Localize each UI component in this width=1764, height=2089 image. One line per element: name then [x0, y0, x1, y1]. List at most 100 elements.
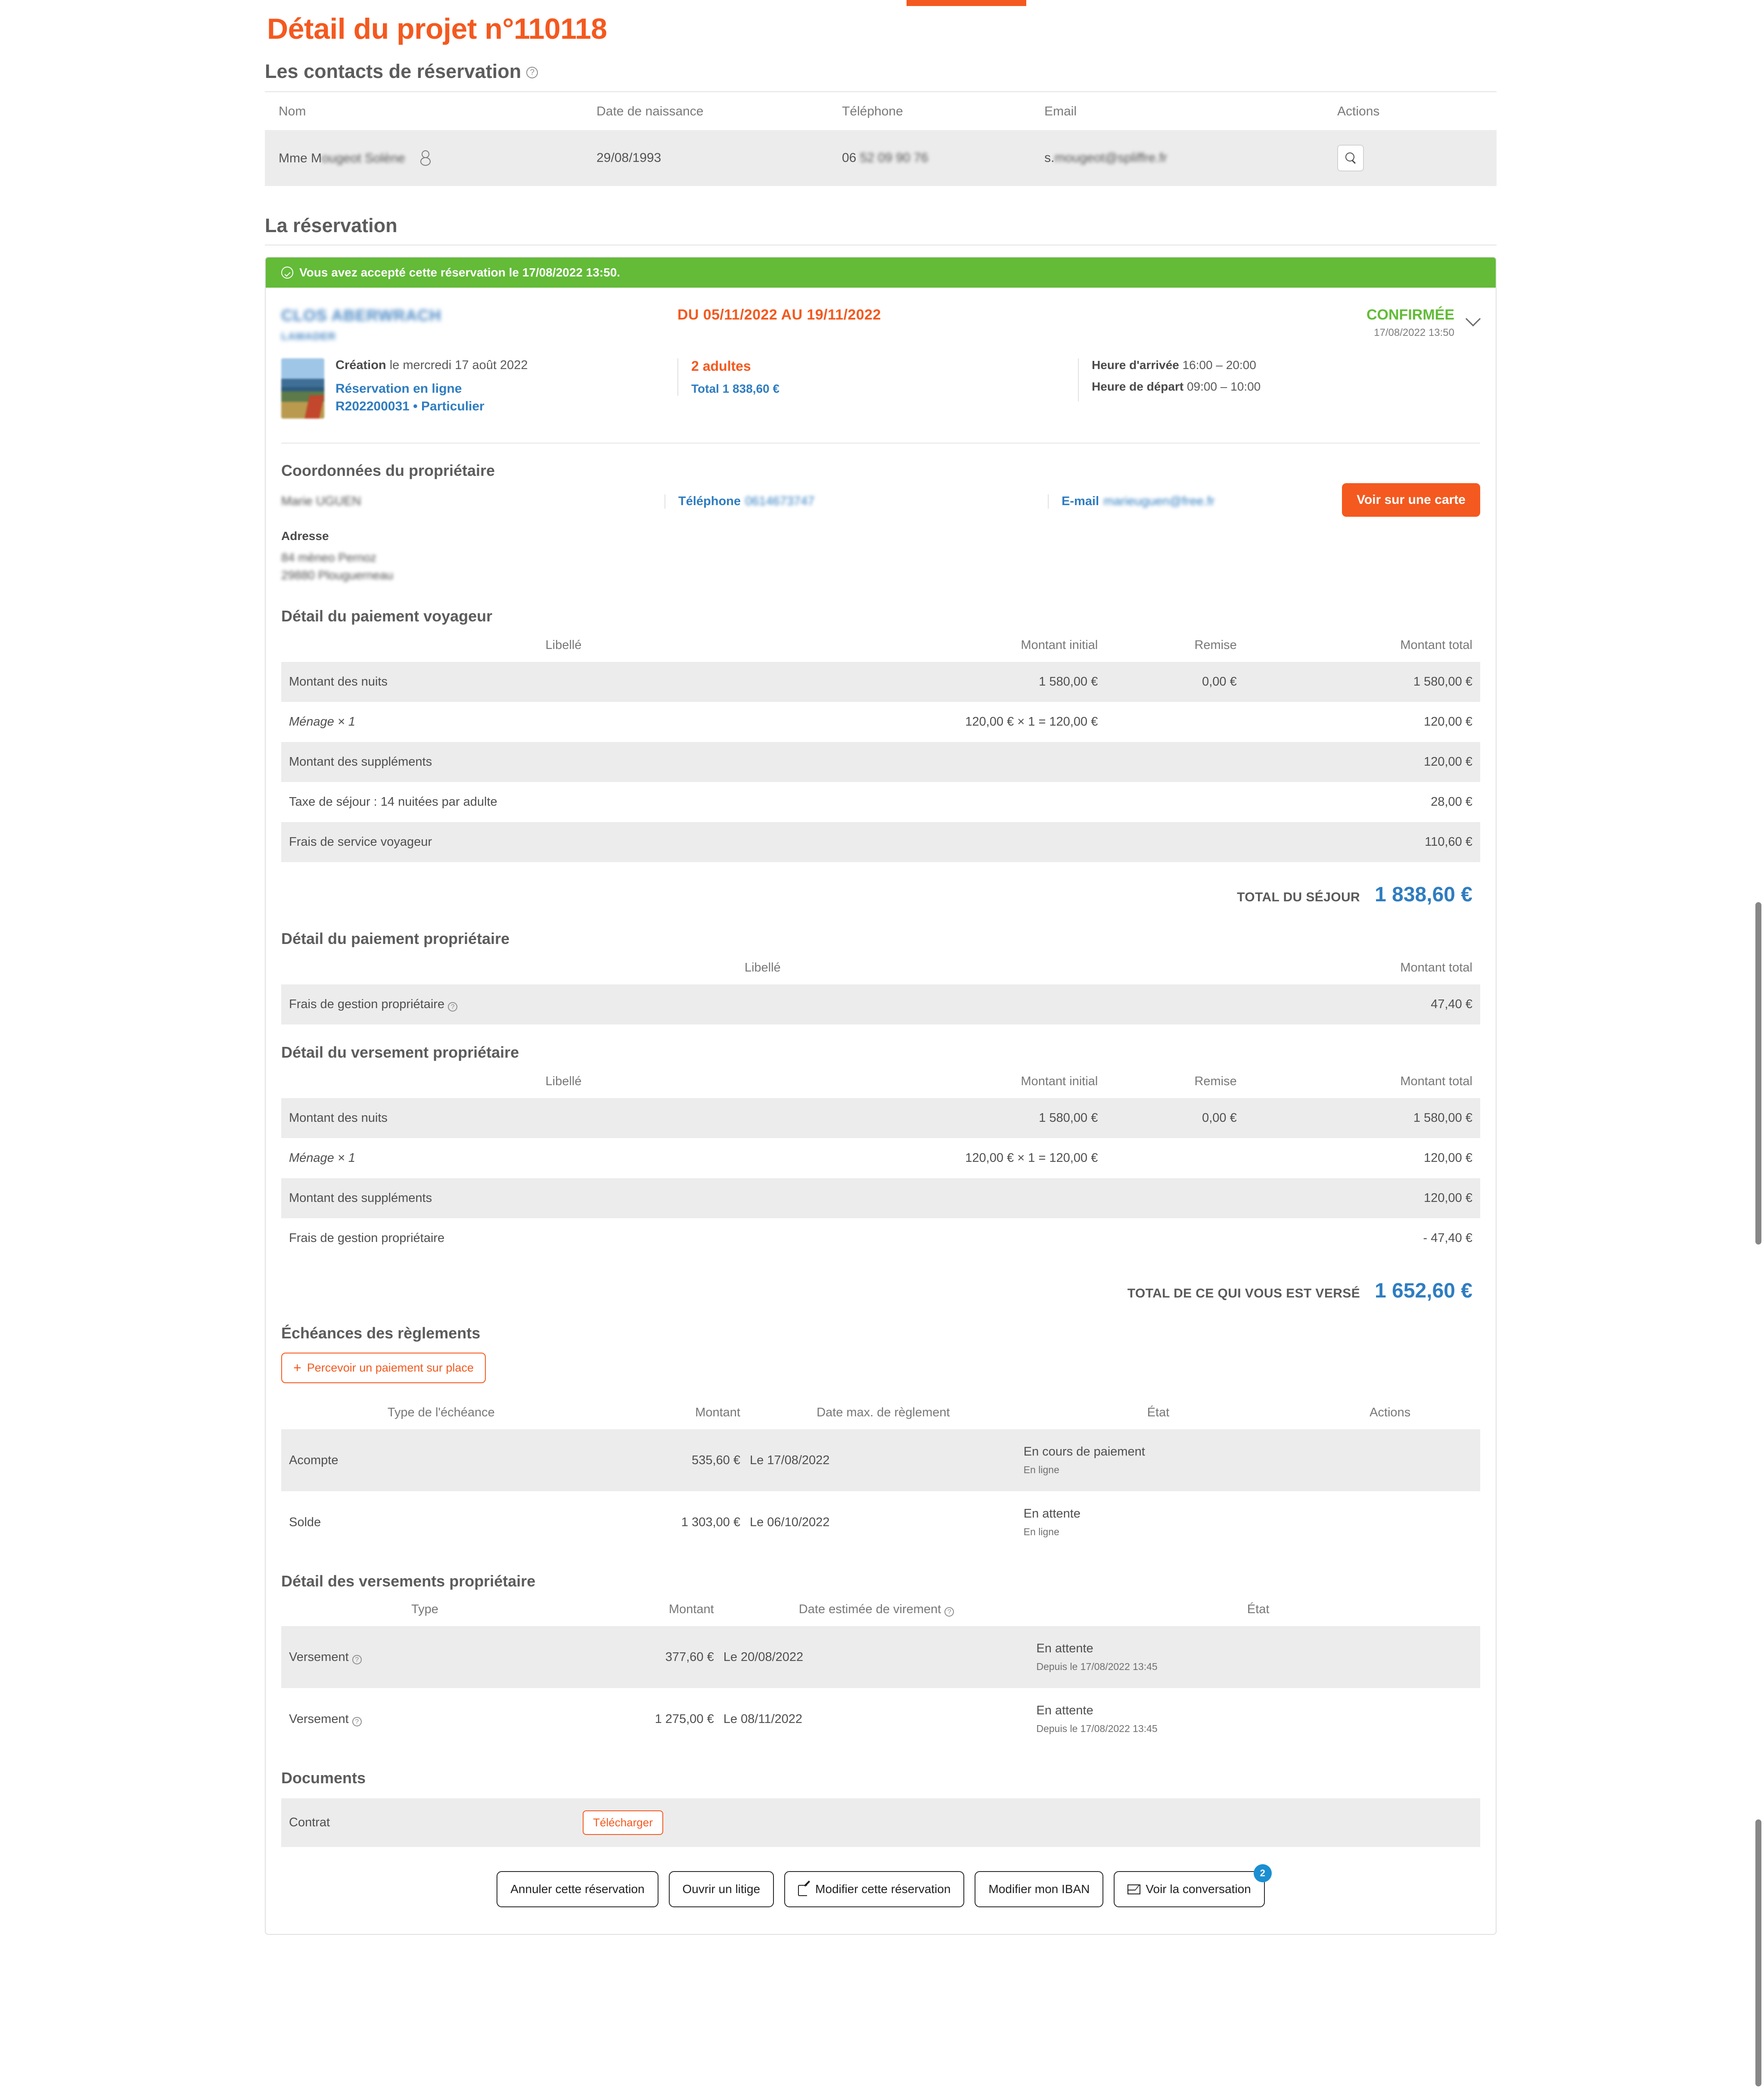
row-total: 120,00 € [1424, 1191, 1472, 1205]
creation-label: Création [335, 358, 386, 372]
row-remise [1098, 782, 1237, 822]
installment-state: En cours de paiement [1023, 1445, 1145, 1459]
row-label: Frais de gestion propriétaire [289, 1231, 445, 1245]
installment-type: Solde [289, 1515, 321, 1529]
table-row: Frais de gestion propriétaire - 47,40 € [281, 1218, 1480, 1258]
cancel-reservation-button[interactable]: Annuler cette réservation [497, 1871, 658, 1908]
contacts-heading-label: Les contacts de réservation [265, 60, 522, 82]
owner-remittance-total-label: TOTAL DE CE QUI VOUS EST VERSÉ [1127, 1286, 1360, 1301]
row-remise [1098, 702, 1237, 742]
property-subtitle: LAMADER [281, 331, 336, 342]
traveler-total-row: TOTAL DU SÉJOUR 1 838,60 € [281, 862, 1480, 913]
reservation-reference-link[interactable]: Réservation en ligne R202200031 • Partic… [335, 380, 528, 415]
reservation-reference: R202200031 • Particulier [335, 399, 484, 413]
search-icon [1345, 152, 1357, 164]
stay-dates-wrap: DU 05/11/2022 AU 19/11/2022 [677, 307, 1078, 323]
reservation-card: Vous avez accepté cette réservation le 1… [265, 257, 1497, 1935]
owner-payment-section: Détail du paiement propriétaire Libellé … [281, 913, 1480, 1025]
help-icon[interactable]: ? [352, 1717, 362, 1726]
contacts-heading: Les contacts de réservation ? [265, 60, 1497, 83]
help-icon[interactable]: ? [352, 1654, 362, 1664]
remittance-type: Versement [289, 1712, 349, 1726]
download-button[interactable]: Télécharger [583, 1810, 663, 1835]
view-conversation-label: Voir la conversation [1146, 1882, 1251, 1896]
help-icon[interactable]: ? [944, 1607, 954, 1617]
col-header-initial: Montant initial [1021, 638, 1098, 652]
reservation-heading: La réservation [265, 214, 1497, 237]
reservation-top-row: CLOS ABERWRACH LAMADER DU 05/11/2022 AU … [281, 288, 1480, 343]
inner-scrollbar-thumb[interactable] [1755, 902, 1761, 1245]
remittances-heading-label: Détail des versements propriétaire [281, 1572, 536, 1590]
traveler-payment-section: Détail du paiement voyageur Libellé Mont… [281, 584, 1480, 913]
guest-count: 2 adultes [691, 358, 751, 374]
status-badge: CONFIRMÉE [1366, 307, 1454, 323]
col-header-montant: Montant [695, 1406, 740, 1420]
help-icon[interactable]: ? [448, 1002, 458, 1012]
contact-search-button[interactable] [1337, 145, 1364, 171]
table-row: Contrat Télécharger [281, 1798, 1480, 1847]
installment-state: En attente [1023, 1507, 1081, 1521]
row-initial: 1 580,00 € [1039, 675, 1098, 689]
row-remise: 0,00 € [1202, 1111, 1237, 1125]
col-header-type: Type [411, 1602, 438, 1617]
owner-payment-table: Libellé Montant total Frais de gestion p… [281, 951, 1480, 1025]
owner-address-line1: 84 mèneo Pernoz [281, 551, 377, 564]
traveler-payment-heading: Détail du paiement voyageur [281, 607, 1480, 625]
installment-state-cell: En cours de paiement En ligne [1017, 1429, 1293, 1491]
collect-onsite-payment-button[interactable]: + Percevoir un paiement sur place [281, 1353, 486, 1384]
owner-section: Coordonnées du propriétaire Marie UGUEN … [281, 444, 1480, 584]
traveler-total-value: 1 838,60 € [1375, 883, 1472, 906]
owner-phone-col: Téléphone 0614673747 [665, 494, 1048, 509]
row-total: 120,00 € [1424, 1151, 1472, 1165]
installments-actions: + Percevoir un paiement sur place [281, 1353, 1480, 1384]
owner-heading-label: Coordonnées du propriétaire [281, 462, 495, 479]
creation-line: Création le mercredi 17 août 2022 [335, 358, 528, 372]
row-label: Montant des suppléments [289, 755, 432, 769]
col-header-date-cell: Date estimée de virement ? [714, 1593, 1030, 1626]
owner-remittance-total-row: TOTAL DE CE QUI VOUS EST VERSÉ 1 652,60 … [281, 1258, 1480, 1309]
contact-name-prefix: Mme M [279, 151, 322, 165]
col-header-date: Date max. de règlement [817, 1406, 950, 1420]
col-header-date: Date estimée de virement [798, 1602, 941, 1617]
help-icon[interactable]: ? [526, 66, 538, 78]
installment-amount: 1 303,00 € [681, 1515, 740, 1529]
owner-address-line2: 29880 Plouguerneau [281, 568, 394, 582]
acceptance-banner: Vous avez accepté cette réservation le 1… [266, 258, 1496, 288]
table-header-row: Nom Date de naissance Téléphone Email Ac… [265, 92, 1497, 130]
envelope-icon [1127, 1884, 1141, 1894]
reservation-total: Total 1 838,60 € [691, 382, 1078, 396]
traveler-payment-table: Libellé Montant initial Remise Montant t… [281, 629, 1480, 863]
page-root: Détail du projet n°110118 Les contacts d… [0, 0, 1731, 2089]
page-scrollbar-thumb[interactable] [1755, 1819, 1761, 2086]
owner-remittance-table: Libellé Montant initial Remise Montant t… [281, 1065, 1480, 1258]
owner-phone[interactable]: Téléphone 0614673747 [678, 494, 1048, 509]
open-dispute-button[interactable]: Ouvrir un litige [668, 1871, 774, 1908]
view-on-map-button[interactable]: Voir sur une carte [1342, 483, 1480, 517]
installment-amount: 535,60 € [692, 1453, 740, 1467]
table-row: Frais de gestion propriétaire ? 47,40 € [281, 984, 1480, 1025]
modify-reservation-label: Modifier cette réservation [815, 1882, 951, 1896]
remittance-state-sub: Depuis le 17/08/2022 13:45 [1036, 1723, 1158, 1735]
creation-value: le mercredi 17 août 2022 [389, 358, 528, 372]
col-header-etat: État [1247, 1602, 1270, 1617]
modify-iban-button[interactable]: Modifier mon IBAN [975, 1871, 1104, 1908]
row-remise: 0,00 € [1202, 675, 1237, 689]
table-row: Solde 1 303,00 € Le 06/10/2022 En attent… [281, 1491, 1480, 1553]
status-texts: CONFIRMÉE 17/08/2022 13:50 [1366, 307, 1454, 339]
contact-email-cell: s.mougeot@spliffre.fr [1044, 130, 1337, 186]
row-label: Frais de gestion propriétaire [289, 997, 445, 1012]
document-name: Contrat [289, 1816, 330, 1830]
arrival-value: 16:00 – 20:00 [1182, 358, 1256, 372]
row-label: Frais de service voyageur [289, 835, 432, 849]
owner-remittance-heading-label: Détail du versement propriétaire [281, 1043, 519, 1062]
view-conversation-button[interactable]: Voir la conversation [1114, 1871, 1265, 1908]
modify-reservation-button[interactable]: Modifier cette réservation [784, 1871, 965, 1908]
table-row: Versement ? 377,60 € Le 20/08/2022 En at… [281, 1626, 1480, 1689]
row-remise [1098, 1218, 1237, 1258]
remittance-type-cell: Versement ? [281, 1626, 561, 1688]
col-header-etat: État [1147, 1406, 1170, 1420]
row-initial [838, 822, 1098, 862]
table-row: Ménage × 1 120,00 € × 1 = 120,00 € 120,0… [281, 702, 1480, 742]
chevron-down-icon[interactable] [1466, 311, 1480, 326]
installments-table: Type de l'échéance Montant Date max. de … [281, 1396, 1480, 1553]
